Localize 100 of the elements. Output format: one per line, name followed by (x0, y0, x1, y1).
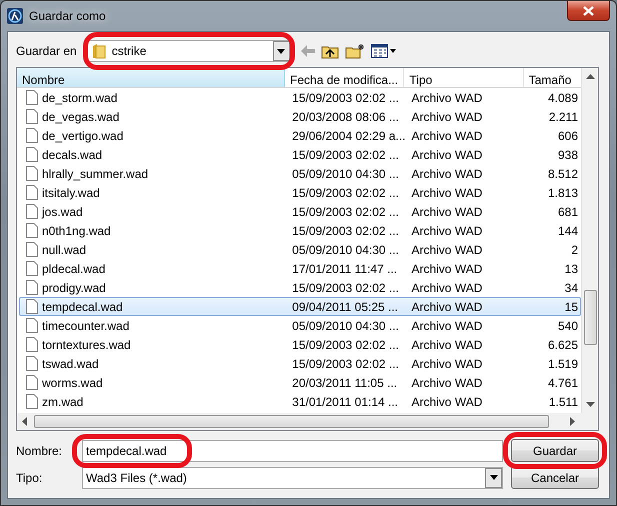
file-row[interactable]: hlrally_summer.wad 05/09/2010 04:30 ... Archivo WAD 8.512 (19, 164, 581, 183)
file-type: Archivo WAD (410, 128, 484, 144)
file-size: 1.519 (546, 356, 580, 372)
modified-date: 09/04/2011 05:25 ... (291, 298, 400, 316)
file-size: 681 (556, 204, 580, 220)
file-type: Archivo WAD (410, 280, 484, 296)
file-type: Archivo WAD (410, 374, 484, 392)
modified-date: 05/09/2010 04:30 ... (291, 242, 400, 258)
file-size: 540 (556, 318, 580, 334)
file-type: Archivo WAD (410, 166, 484, 182)
modified-date: 17/01/2011 11:47 ... (291, 260, 398, 278)
file-name: worms.wad (42, 374, 103, 392)
modified-date: 15/09/2003 02:02 ... (291, 184, 400, 202)
file-type: Archivo WAD (410, 204, 484, 220)
file-type: Archivo WAD (410, 394, 484, 410)
file-row[interactable]: itsitaly.wad 15/09/2003 02:02 ... Archivo WAD 1.813 (19, 183, 581, 202)
scroll-left-icon[interactable] (21, 417, 30, 426)
file-name: timecounter.wad (42, 318, 130, 334)
modified-date: 15/09/2003 02:02 ... (291, 280, 400, 296)
modified-date: 15/09/2003 02:02 ... (291, 222, 400, 240)
file-type: Archivo WAD (410, 318, 484, 334)
filename-label: Nombre: (16, 442, 64, 460)
column-header[interactable]: Fecha de modifica... (285, 68, 404, 87)
file-row[interactable]: timecounter.wad 05/09/2010 04:30 ... Archivo WAD 540 (19, 316, 581, 335)
column-header[interactable]: Nombre (17, 68, 286, 87)
file-row[interactable]: tempdecal.wad 09/04/2011 05:25 ... Archivo WAD 15 (19, 297, 581, 316)
modified-date: 05/09/2010 04:30 ... (291, 318, 400, 334)
file-type: Archivo WAD (410, 242, 484, 258)
file-size: 13 (564, 260, 580, 278)
file-row[interactable]: worms.wad 20/03/2011 11:05 ... Archivo WAD 4.761 (19, 373, 581, 392)
modified-date: 20/03/2011 11:05 ... (291, 374, 398, 392)
file-row[interactable]: de_vegas.wad 20/03/2008 08:06 ... Archivo WAD 2.211 (19, 107, 581, 126)
scroll-up-icon[interactable] (586, 73, 594, 82)
window-title: Guardar como (29, 8, 106, 25)
file-type: Archivo WAD (410, 222, 484, 240)
file-name: torntextures.wad (42, 336, 131, 354)
close-button[interactable] (567, 1, 610, 21)
folder-dropdown[interactable]: cstrike (86, 40, 291, 62)
file-icon (26, 337, 38, 352)
file-icon (26, 299, 38, 314)
filename-field[interactable]: tempdecal.wad (82, 440, 503, 462)
file-name: de_vertigo.wad (42, 128, 124, 144)
file-row[interactable]: de_storm.wad 15/09/2003 02:02 ... Archivo WAD 4.089 (19, 88, 581, 107)
file-row[interactable]: prodigy.wad 15/09/2003 02:02 ... Archivo WAD 34 (19, 278, 581, 297)
file-size: 34 (564, 280, 580, 296)
file-name: null.wad (42, 242, 86, 258)
up-folder-icon[interactable] (320, 44, 339, 58)
view-menu-icon[interactable] (370, 44, 397, 58)
scroll-thumb[interactable] (34, 415, 549, 428)
file-size: 2.211 (548, 108, 580, 126)
file-icon (26, 166, 38, 181)
file-icon (26, 147, 38, 162)
file-name: pldecal.wad (42, 260, 106, 278)
modified-date: 15/09/2003 02:02 ... (291, 356, 400, 372)
file-name: jos.wad (42, 204, 83, 220)
file-icon (26, 185, 38, 200)
file-size: 144 (556, 222, 580, 240)
file-row[interactable]: decals.wad 15/09/2003 02:02 ... Archivo WAD 938 (19, 145, 581, 164)
modified-date: 15/09/2003 02:02 ... (291, 146, 400, 164)
file-name: de_storm.wad (42, 90, 118, 106)
file-row[interactable]: n0th1ng.wad 15/09/2003 02:02 ... Archivo WAD 144 (19, 221, 581, 240)
vertical-scrollbar[interactable] (581, 68, 598, 413)
close-icon (583, 6, 594, 16)
file-name: prodigy.wad (42, 280, 106, 296)
file-icon (26, 261, 38, 276)
file-type-dropdown[interactable]: Wad3 Files (*.wad) (82, 466, 503, 488)
file-size: 4.761 (546, 374, 580, 392)
file-icon (26, 394, 38, 409)
file-size: 6.625 (546, 336, 580, 354)
folder-icon (92, 43, 106, 59)
file-row[interactable]: de_vertigo.wad 29/06/2004 02:29 a... Archivo WAD 606 (19, 126, 581, 145)
scroll-right-icon[interactable] (567, 417, 576, 426)
file-name: zm.wad (42, 394, 84, 410)
modified-date: 15/09/2003 02:02 ... (291, 90, 400, 106)
file-size: 938 (556, 146, 580, 164)
file-name: tempdecal.wad (42, 298, 123, 316)
file-size: 606 (556, 128, 580, 144)
file-icon (26, 128, 38, 143)
file-row[interactable]: tswad.wad 15/09/2003 02:02 ... Archivo WAD 1.519 (19, 354, 581, 373)
save-button[interactable]: Guardar (511, 439, 599, 462)
file-type: Archivo WAD (410, 146, 484, 164)
column-header[interactable]: Tipo (404, 68, 524, 87)
file-row[interactable]: null.wad 05/09/2010 04:30 ... Archivo WAD 2 (19, 240, 581, 259)
modified-date: 05/09/2010 04:30 ... (291, 166, 400, 182)
file-name: itsitaly.wad (42, 184, 100, 202)
file-icon (26, 109, 38, 124)
file-row[interactable]: jos.wad 15/09/2003 02:02 ... Archivo WAD 681 (19, 202, 581, 221)
file-size: 15 (564, 298, 580, 316)
file-size: 4.089 (546, 90, 580, 106)
file-icon (26, 223, 38, 238)
scroll-down-icon[interactable] (586, 400, 594, 409)
scroll-thumb[interactable] (584, 290, 596, 345)
file-row[interactable]: zm.wad 31/01/2011 01:14 ... Archivo WAD 1.511 (19, 392, 581, 411)
file-row[interactable]: pldecal.wad 17/01/2011 11:47 ... Archivo WAD 13 (19, 259, 581, 278)
column-header[interactable]: Tamaño (524, 68, 581, 87)
new-folder-icon[interactable] (344, 43, 365, 59)
horizontal-scrollbar[interactable] (17, 413, 598, 430)
file-icon (26, 318, 38, 333)
file-row[interactable]: torntextures.wad 15/09/2003 02:02 ... Archivo WAD 6.625 (19, 335, 581, 354)
file-type: Archivo WAD (410, 298, 484, 316)
